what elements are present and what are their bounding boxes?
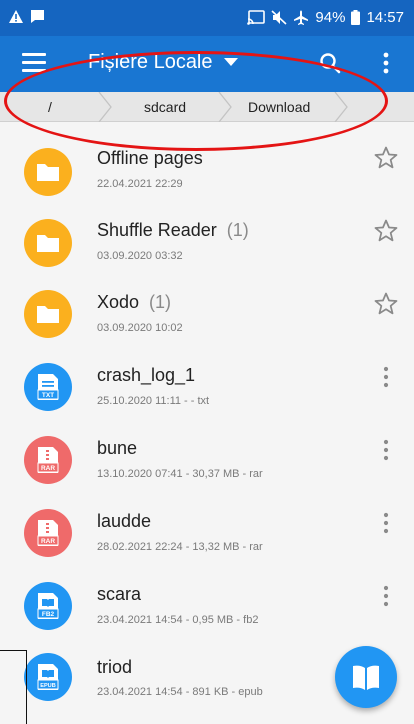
caret-down-icon[interactable]	[224, 58, 238, 67]
svg-text:RAR: RAR	[41, 465, 55, 472]
more-vert-icon[interactable]	[372, 436, 400, 464]
file-name: scara	[97, 584, 142, 604]
file-meta: 23.04.2021 14:54 - 0,95 MB - fb2	[97, 614, 259, 626]
file-name: crash_log_1	[97, 365, 196, 385]
battery-icon	[351, 10, 361, 25]
svg-text:FB2: FB2	[42, 611, 55, 618]
file-meta: 25.10.2020 11:11 - - txt	[97, 395, 210, 407]
breadcrumb: / sdcard Download	[0, 92, 414, 122]
list-item[interactable]: TXT crash_log_1 25.10.2020 11:11 - - txt	[0, 341, 414, 414]
file-meta: 23.04.2021 14:54 - 891 KB - epub	[97, 686, 263, 698]
open-book-icon	[353, 665, 379, 690]
file-meta: 03.09.2020 10:02	[97, 322, 183, 334]
list-item[interactable]: FB2 scara 23.04.2021 14:54 - 0,95 MB - f…	[0, 560, 414, 633]
star-icon[interactable]	[372, 144, 400, 172]
file-meta: 13.10.2020 07:41 - 30,37 MB - rar	[97, 468, 263, 480]
breadcrumb-separator-icon	[98, 92, 112, 122]
file-meta: 22.04.2021 22:29	[97, 178, 183, 190]
folder-icon	[24, 219, 72, 267]
svg-text:EPUB: EPUB	[40, 683, 56, 689]
menu-icon[interactable]	[22, 52, 48, 74]
file-meta: 28.02.2021 22:24 - 13,32 MB - rar	[97, 541, 263, 553]
warning-icon	[9, 10, 23, 23]
star-icon[interactable]	[372, 217, 400, 245]
file-name: laudde	[97, 511, 152, 531]
file-meta: 03.09.2020 03:32	[97, 250, 183, 262]
txt-file-icon: TXT	[24, 363, 72, 411]
app-bar: Fișiere Locale	[0, 36, 414, 92]
more-vert-icon[interactable]	[372, 582, 400, 610]
cast-icon	[247, 10, 266, 25]
list-item[interactable]: Xodo (1) 03.09.2020 10:02	[0, 268, 414, 341]
rar-file-icon: RAR	[24, 436, 72, 484]
rar-file-icon: RAR	[24, 509, 72, 557]
message-icon	[31, 10, 44, 23]
more-vert-icon[interactable]	[372, 509, 400, 537]
file-name: bune	[97, 438, 138, 458]
list-item[interactable]: RAR laudde 28.02.2021 22:24 - 13,32 MB -…	[0, 487, 414, 560]
search-icon[interactable]	[318, 51, 342, 75]
battery-percent: 94%	[315, 9, 346, 26]
file-name: Shuffle Reader (1)	[97, 220, 249, 240]
file-name: Offline pages	[97, 148, 203, 168]
epub-file-icon: EPUB	[24, 653, 72, 701]
folder-icon	[24, 290, 72, 338]
breadcrumb-separator-icon	[218, 92, 232, 122]
breadcrumb-download[interactable]: Download	[248, 99, 310, 115]
file-name: Xodo (1)	[97, 292, 172, 312]
folder-icon	[24, 148, 72, 196]
breadcrumb-separator-icon	[334, 92, 348, 122]
svg-text:TXT: TXT	[42, 392, 54, 399]
more-vert-icon[interactable]	[376, 50, 396, 76]
breadcrumb-root[interactable]: /	[48, 99, 52, 115]
list-item[interactable]: Shuffle Reader (1) 03.09.2020 03:32	[0, 195, 414, 268]
list-item[interactable]: RAR bune 13.10.2020 07:41 - 30,37 MB - r…	[0, 414, 414, 487]
star-icon[interactable]	[372, 290, 400, 318]
fb2-file-icon: FB2	[24, 582, 72, 630]
file-name: triod	[97, 657, 133, 677]
airplane-icon	[294, 10, 309, 25]
list-item[interactable]: Offline pages 22.04.2021 22:29	[0, 122, 414, 196]
breadcrumb-sdcard[interactable]: sdcard	[144, 99, 186, 115]
svg-text:RAR: RAR	[41, 538, 55, 545]
status-bar: 94% 14:57	[0, 0, 414, 36]
more-vert-icon[interactable]	[372, 363, 400, 391]
open-book-button[interactable]	[335, 646, 397, 708]
clock: 14:57	[366, 9, 404, 26]
mute-icon	[271, 10, 287, 25]
page-title[interactable]: Fișiere Locale	[88, 51, 213, 74]
